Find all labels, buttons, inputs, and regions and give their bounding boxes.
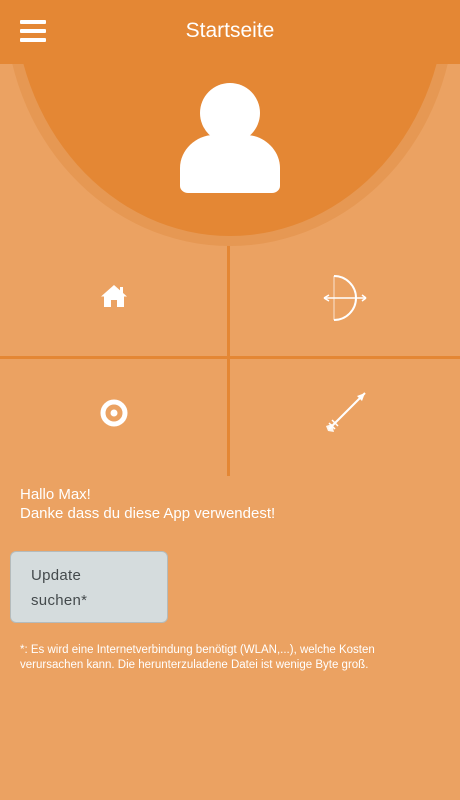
home-icon (101, 285, 127, 307)
page-title: Startseite (185, 19, 275, 42)
user-avatar-icon[interactable] (178, 80, 282, 194)
app-header: Startseite (0, 0, 460, 64)
greeting-line-thanks: Danke dass du diese App verwendest! (20, 505, 276, 522)
arrow-icon (326, 392, 366, 432)
update-footnote: *: Es wird eine Internetverbindung benöt… (20, 644, 375, 671)
update-button-label-line2: suchen* (31, 592, 88, 609)
greeting-text: Hallo Max! Danke dass du diese App verwe… (20, 485, 275, 523)
update-search-button[interactable]: Update suchen* (10, 551, 168, 623)
bow-icon (323, 275, 367, 321)
update-button-label-line1: Update (31, 567, 82, 584)
target-icon (100, 399, 128, 427)
greeting-line-hello: Hallo Max! (20, 486, 91, 503)
